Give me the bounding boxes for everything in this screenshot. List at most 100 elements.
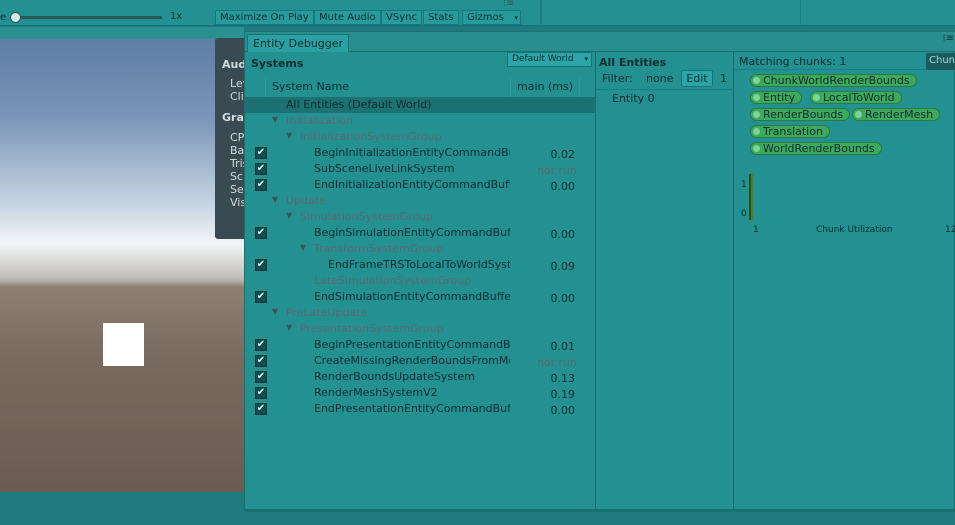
edit-filter-button[interactable]: Edit xyxy=(681,70,713,87)
system-name: All Entities (Default World) xyxy=(286,98,432,111)
system-row[interactable]: ✔ EndSimulationEntityCommandBufferSystem 0… xyxy=(245,289,596,305)
system-name: Update xyxy=(286,194,326,207)
entity-list-item[interactable]: Entity 0 xyxy=(612,92,655,105)
system-row[interactable]: ▼ InitializationSystemGroup xyxy=(245,129,596,145)
world-dropdown-label: Default World xyxy=(512,54,574,64)
enabled-checkbox[interactable]: ✔ xyxy=(255,387,267,399)
enabled-checkbox[interactable]: ✔ xyxy=(255,403,267,415)
stats-button[interactable]: Stats xyxy=(423,10,459,25)
window-menu-icon[interactable]: ⁝≡ xyxy=(942,33,954,44)
system-row[interactable]: ✔ RenderMeshSystemV2 0.19 xyxy=(245,385,596,401)
chunks-header: Matching chunks: 1 Chunk xyxy=(734,52,955,70)
filter-label: Filter: xyxy=(602,72,633,85)
system-row[interactable]: ▼ PreLateUpdate xyxy=(245,305,596,321)
vsync-button[interactable]: VSync xyxy=(381,10,422,25)
component-icon xyxy=(753,77,760,84)
expand-arrow-icon[interactable]: ▼ xyxy=(286,131,292,140)
game-view[interactable] xyxy=(0,39,244,492)
system-row[interactable]: ✔ EndFrameTRSToLocalToWorldSystem 0.09 xyxy=(245,257,596,273)
component-tag[interactable]: Entity xyxy=(750,91,803,104)
system-name: SubSceneLiveLinkSystem xyxy=(314,162,455,175)
system-name: TransformSystemGroup xyxy=(314,242,444,255)
expand-arrow-icon[interactable]: ▼ xyxy=(272,195,278,204)
system-name: EndSimulationEntityCommandBufferSystem xyxy=(314,290,510,303)
system-row[interactable]: ✔ BeginSimulationEntityCommandBufferSyste… xyxy=(245,225,596,241)
scale-value: 1x xyxy=(170,11,183,22)
menu-icon[interactable]: ⁝≡ xyxy=(503,0,515,9)
chunk-utilization-chart: 1 0 1 Chunk Utilization 128 xyxy=(734,164,955,235)
column-header-main-ms[interactable]: main (ms) xyxy=(517,80,573,93)
system-name: BeginInitializationEntityCommandBufferSy… xyxy=(314,146,510,159)
world-dropdown[interactable]: Default World ▾ xyxy=(507,52,592,67)
chunk-info-tab[interactable]: Chunk xyxy=(926,53,955,70)
component-icon xyxy=(753,94,760,101)
component-tag[interactable]: ChunkWorldRenderBounds xyxy=(750,74,917,87)
enabled-checkbox[interactable]: ✔ xyxy=(255,147,267,159)
system-name: EndFrameTRSToLocalToWorldSystem xyxy=(328,258,510,271)
system-name: InitializationSystemGroup xyxy=(300,130,442,143)
expand-arrow-icon[interactable]: ▼ xyxy=(300,243,306,252)
column-divider[interactable] xyxy=(579,77,580,97)
enabled-checkbox[interactable]: ✔ xyxy=(255,227,267,239)
maximize-on-play-button[interactable]: Maximize On Play xyxy=(215,10,314,25)
expand-arrow-icon[interactable]: ▼ xyxy=(286,323,292,332)
system-name: RenderBoundsUpdateSystem xyxy=(314,370,475,383)
stats-overlay: Audio: Level Clipping Graphics: CPU Batc… xyxy=(215,38,247,239)
system-row[interactable]: ✔ SubSceneLiveLinkSystem not run xyxy=(245,161,596,177)
entities-pane: All Entities Filter: none Edit 1 Entity … xyxy=(596,52,734,511)
system-row[interactable]: ▼ Update xyxy=(245,193,596,209)
gizmos-dropdown[interactable]: Gizmos ▾ xyxy=(462,10,521,25)
system-row[interactable]: ✔ BeginInitializationEntityCommandBufferS… xyxy=(245,145,596,161)
system-row[interactable]: All Entities (Default World) xyxy=(245,97,596,113)
system-time: 0.00 xyxy=(550,180,576,193)
system-row[interactable]: ▼ Initialization xyxy=(245,113,596,129)
component-label: Entity xyxy=(763,91,796,104)
system-name: BeginPresentationEntityCommandBufferSyst… xyxy=(314,338,510,351)
system-row[interactable]: ▼ TransformSystemGroup xyxy=(245,241,596,257)
component-tag[interactable]: Translation xyxy=(750,125,830,138)
component-icon xyxy=(753,111,760,118)
entity-debugger-window: Entity Debugger ⁝≡ Systems Default World… xyxy=(244,31,955,512)
enabled-checkbox[interactable]: ✔ xyxy=(255,339,267,351)
system-row[interactable]: ▼ PresentationSystemGroup xyxy=(245,321,596,337)
component-tag[interactable]: RenderBounds xyxy=(750,108,851,121)
system-time: 0.00 xyxy=(550,404,576,417)
tab-entity-debugger[interactable]: Entity Debugger xyxy=(247,34,350,52)
system-time: not run xyxy=(537,356,577,369)
system-row[interactable]: ✔ EndPresentationEntityCommandBufferSyste… xyxy=(245,401,596,417)
component-icon xyxy=(813,94,820,101)
component-tag[interactable]: WorldRenderBounds xyxy=(750,142,882,155)
system-row[interactable]: ▼ SimulationSystemGroup xyxy=(245,209,596,225)
system-row[interactable]: ✔ EndInitializationEntityCommandBufferSys… xyxy=(245,177,596,193)
component-tag[interactable]: LocalToWorld xyxy=(810,91,902,104)
component-tag[interactable]: RenderMesh xyxy=(852,108,941,121)
enabled-checkbox[interactable]: ✔ xyxy=(255,179,267,191)
chevron-down-icon: ▾ xyxy=(584,55,588,63)
column-divider[interactable] xyxy=(510,77,511,97)
system-row[interactable]: ✔ BeginPresentationEntityCommandBufferSys… xyxy=(245,337,596,353)
scale-slider-track[interactable] xyxy=(14,16,162,19)
system-row[interactable]: ✔ CreateMissingRenderBoundsFromMeshRender… xyxy=(245,353,596,369)
chart-bar[interactable] xyxy=(751,174,753,220)
x-tick-label: 1 xyxy=(753,225,759,235)
scale-slider-thumb[interactable] xyxy=(10,12,21,23)
expand-arrow-icon[interactable]: ▼ xyxy=(272,115,278,124)
gizmos-label: Gizmos xyxy=(467,12,504,23)
expand-arrow-icon[interactable]: ▼ xyxy=(272,307,278,316)
expand-arrow-icon[interactable]: ▼ xyxy=(286,211,292,220)
enabled-checkbox[interactable]: ✔ xyxy=(255,355,267,367)
enabled-checkbox[interactable]: ✔ xyxy=(255,163,267,175)
systems-pane: Systems Default World ▾ System Name main… xyxy=(245,52,596,511)
system-row[interactable]: LateSimulationSystemGroup xyxy=(245,273,596,289)
system-name: PresentationSystemGroup xyxy=(300,322,444,335)
component-label: WorldRenderBounds xyxy=(763,142,875,155)
system-name: SimulationSystemGroup xyxy=(300,210,434,223)
enabled-checkbox[interactable]: ✔ xyxy=(255,291,267,303)
entity-count: 1 xyxy=(720,72,727,85)
mute-audio-button[interactable]: Mute Audio xyxy=(314,10,381,25)
enabled-checkbox[interactable]: ✔ xyxy=(255,371,267,383)
system-row[interactable]: ✔ RenderBoundsUpdateSystem 0.13 xyxy=(245,369,596,385)
column-divider xyxy=(265,77,266,97)
enabled-checkbox[interactable]: ✔ xyxy=(255,259,267,271)
column-header-system-name[interactable]: System Name xyxy=(272,80,349,93)
